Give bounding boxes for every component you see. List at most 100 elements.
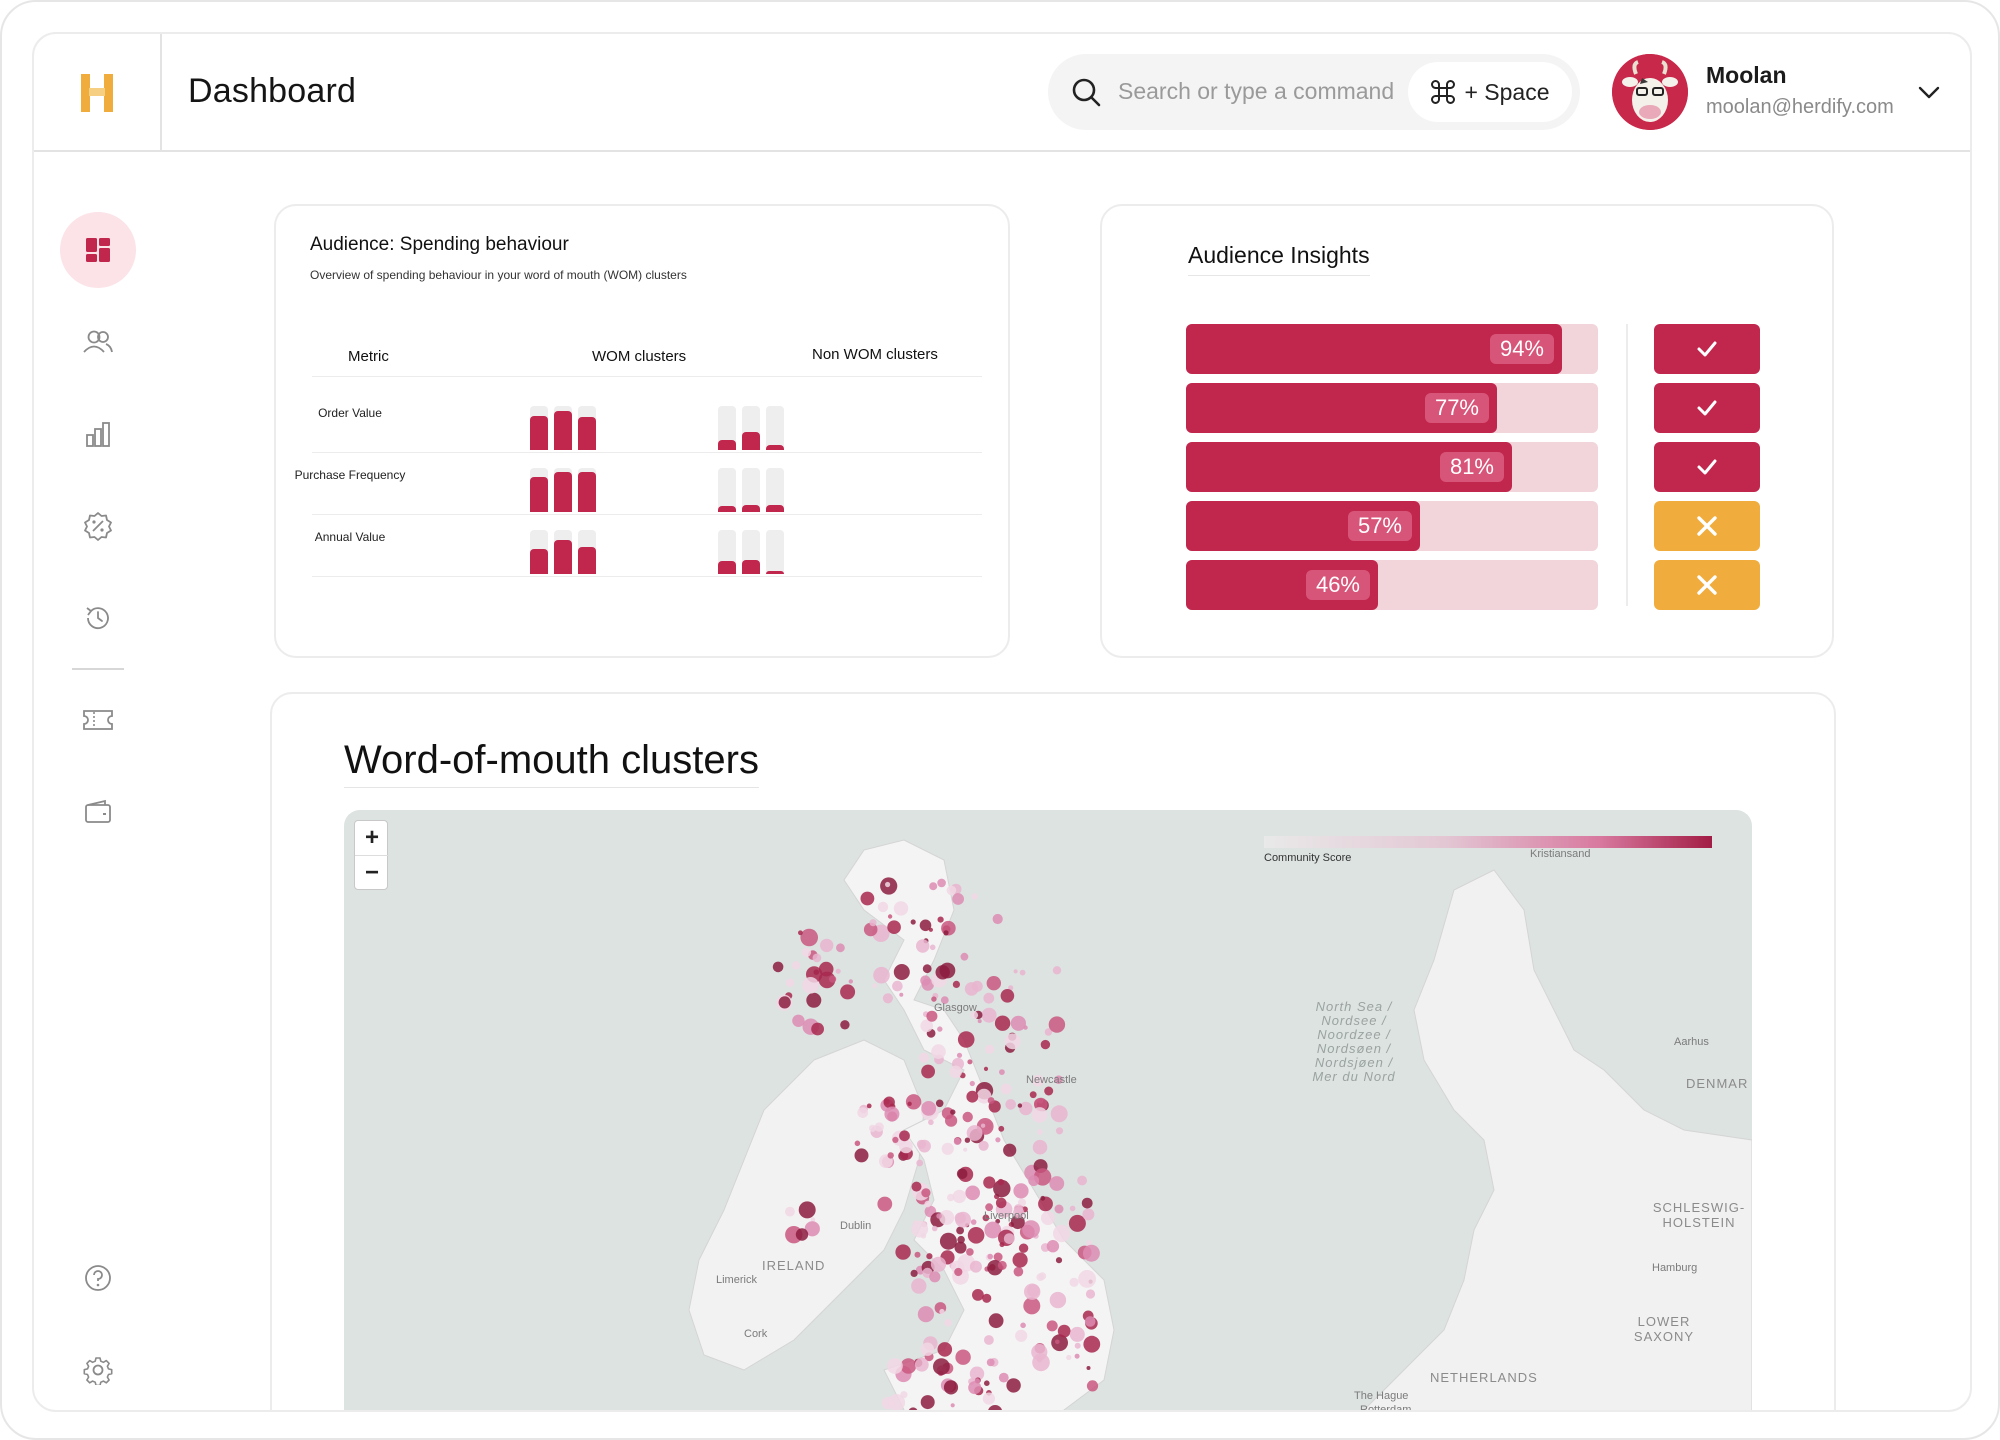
sidebar-item-wallet[interactable]	[60, 774, 136, 850]
non-wom-bar	[718, 530, 736, 574]
cluster-patch	[899, 992, 904, 997]
cluster-patch	[974, 1378, 980, 1384]
cluster-patch	[1044, 1086, 1054, 1096]
cluster-patch	[1086, 1380, 1099, 1392]
map-canvas[interactable]	[344, 810, 1752, 1412]
insight-bar-fill: 46%	[1186, 560, 1378, 610]
table-divider	[312, 576, 982, 577]
cluster-patch	[988, 1313, 1004, 1329]
non-wom-bar-fill	[718, 561, 736, 574]
cluster-patch	[982, 1392, 996, 1405]
zoom-out-button[interactable]: −	[355, 855, 389, 889]
sidebar-item-history[interactable]	[60, 580, 136, 656]
cluster-patch	[1069, 1277, 1079, 1287]
cluster-patch	[924, 1200, 931, 1208]
cluster-patch	[911, 1278, 927, 1294]
insight-bar-fill: 81%	[1186, 442, 1512, 492]
cluster-patch	[795, 1228, 809, 1241]
card-title: Audience: Spending behaviour	[310, 234, 569, 255]
non-wom-bar	[742, 468, 760, 512]
sidebar-item-settings[interactable]	[60, 1332, 136, 1408]
cluster-patch	[873, 966, 890, 984]
cluster-patch	[877, 1196, 893, 1212]
cluster-patch	[987, 1253, 993, 1260]
cluster-patch	[1006, 1378, 1021, 1393]
sidebar-item-audience[interactable]	[60, 304, 136, 380]
map-label-ireland: IRELAND	[762, 1258, 826, 1273]
sidebar-item-tickets[interactable]	[60, 682, 136, 758]
cluster-patch	[899, 1130, 910, 1142]
cluster-patch	[1085, 1289, 1096, 1299]
check-status-badge	[1654, 383, 1760, 433]
sidebar-item-help[interactable]	[60, 1240, 136, 1316]
cluster-patch	[848, 979, 853, 984]
cluster-patch	[1069, 1205, 1076, 1212]
cluster-patch	[935, 965, 950, 980]
page-title: Dashboard	[188, 72, 357, 110]
cluster-patch	[946, 885, 957, 896]
cluster-patch	[931, 996, 937, 1002]
wom-bar-fill	[530, 416, 548, 450]
cluster-patch	[968, 1381, 982, 1395]
cluster-patch	[950, 1403, 955, 1408]
map-label-limerick: Limerick	[716, 1274, 757, 1286]
app-window: Dashboard Search or type a command + Spa…	[0, 0, 2000, 1440]
users-icon	[83, 330, 113, 353]
map-label-lower-saxony: LOWER SAXONY	[1633, 1314, 1695, 1344]
cluster-patch	[969, 1080, 975, 1087]
chevron-down-icon[interactable]	[1914, 78, 1944, 108]
search-bar[interactable]: Search or type a command + Space	[1048, 54, 1580, 130]
cluster-patch	[1020, 1322, 1026, 1329]
wom-bar	[578, 530, 596, 574]
cluster-patch	[785, 1206, 795, 1217]
cluster-patch	[918, 1052, 930, 1063]
cluster-patch	[1053, 1224, 1071, 1243]
cluster-patch	[956, 1168, 968, 1180]
non-wom-bar	[718, 406, 736, 450]
cluster-patch	[802, 977, 819, 994]
avatar[interactable]	[1612, 54, 1688, 130]
ticket-icon	[83, 710, 113, 730]
column-header-wom: WOM clusters	[592, 348, 687, 365]
sidebar-item-dashboard[interactable]	[60, 212, 136, 288]
zoom-in-button[interactable]: +	[355, 821, 389, 855]
map-label-liverpool: Liverpool	[984, 1210, 1029, 1222]
cluster-patch	[952, 893, 964, 905]
cluster-patch	[917, 1306, 935, 1323]
table-divider	[312, 514, 982, 515]
cluster-patch	[1054, 1204, 1064, 1214]
sidebar-item-offers[interactable]	[60, 488, 136, 564]
cluster-patch	[1055, 1257, 1063, 1264]
sidebar-item-analytics[interactable]	[60, 396, 136, 472]
command-shortcut-button[interactable]: + Space	[1408, 62, 1572, 122]
insight-percentage-label: 46%	[1305, 570, 1370, 600]
cluster-patch	[967, 1227, 985, 1244]
cluster-patch	[1082, 1208, 1095, 1221]
cluster-patch	[792, 1014, 805, 1027]
cluster-patch	[910, 919, 916, 925]
cluster-patch	[1003, 1143, 1017, 1157]
cluster-patch	[998, 1125, 1005, 1132]
map-label-netherlands: NETHERLANDS	[1430, 1370, 1538, 1385]
cluster-patch	[1084, 1316, 1096, 1327]
cluster-patch	[921, 1101, 937, 1116]
wom-bar-fill	[578, 547, 596, 574]
card-subtitle: Overview of spending behaviour in your w…	[310, 268, 687, 282]
cluster-patch	[929, 1271, 941, 1283]
cluster-patch	[983, 1066, 989, 1071]
non-wom-bar	[766, 530, 784, 574]
cluster-patch	[941, 1142, 954, 1155]
cluster-patch	[1023, 1297, 1041, 1315]
cluster-patch	[983, 1176, 996, 1189]
non-wom-bar-fill	[742, 505, 760, 512]
logo[interactable]	[34, 34, 162, 152]
cluster-patch	[1019, 969, 1026, 976]
cluster-patch	[854, 1148, 869, 1163]
cluster-map[interactable]: + − Community Score IRELAND Dublin Limer…	[344, 810, 1752, 1412]
cluster-patch	[910, 1269, 918, 1277]
non-wom-bar	[766, 468, 784, 512]
search-input[interactable]: Search or type a command	[1118, 78, 1394, 105]
cluster-patch	[887, 1358, 903, 1374]
check-status-badge	[1654, 442, 1760, 492]
cluster-patch	[965, 1185, 980, 1201]
